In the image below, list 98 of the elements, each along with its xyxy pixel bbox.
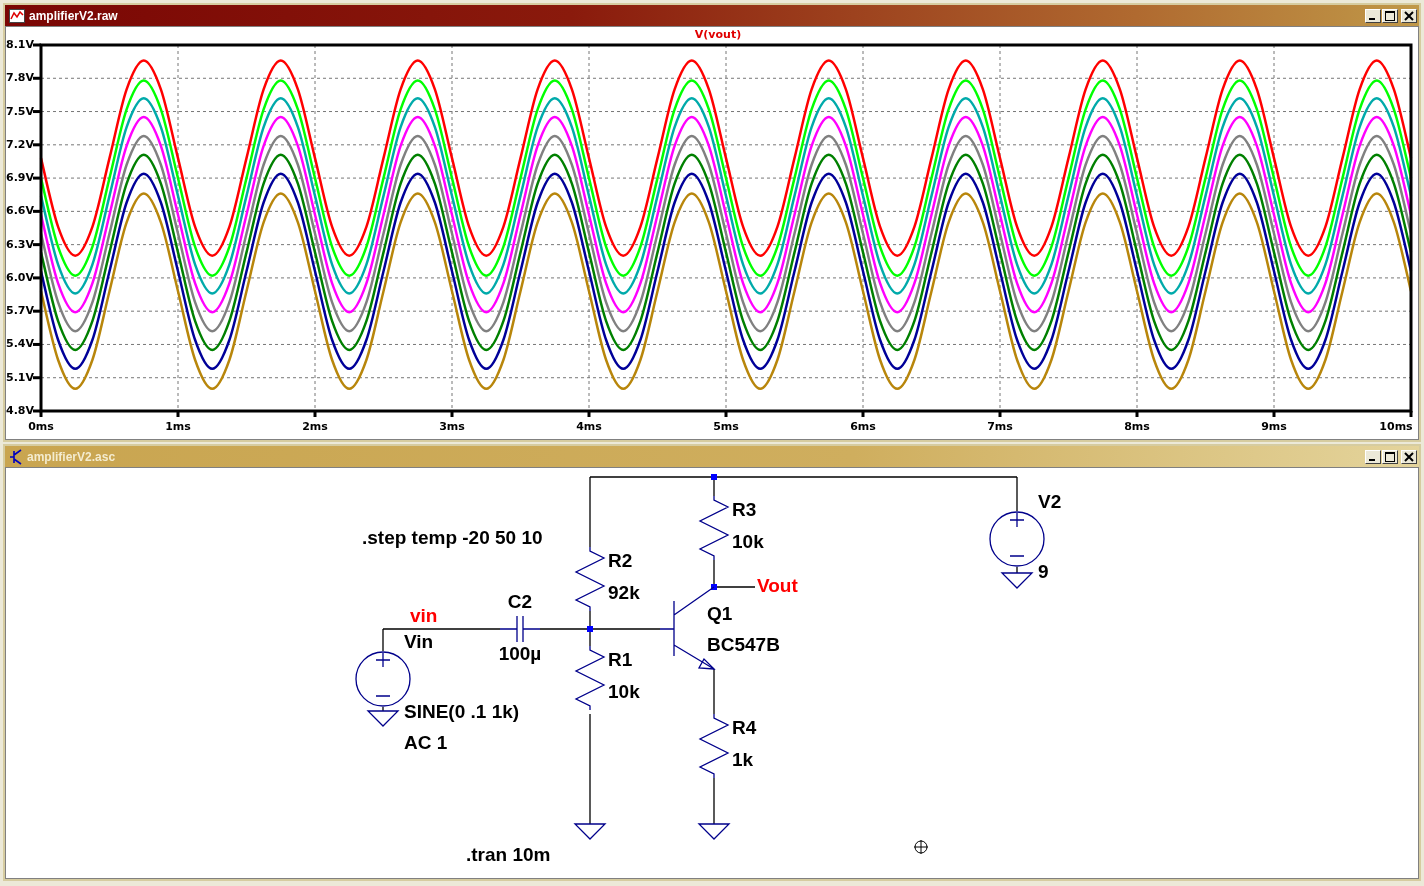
component-value: 10k [608, 681, 640, 702]
ground-symbol[interactable] [1000, 572, 1034, 589]
transistor-icon [9, 448, 23, 465]
x-axis-label: 4ms [576, 420, 602, 433]
y-axis-label: 6.6V [6, 204, 34, 218]
component-name: Q1 [707, 603, 733, 624]
window-title: amplifierV2.raw [29, 8, 118, 23]
component-value: 9 [1038, 561, 1049, 582]
window-title: amplifierV2.asc [27, 449, 116, 464]
component-name: R1 [608, 649, 633, 670]
trace-title[interactable]: V(vout) [694, 28, 742, 41]
wire [382, 706, 384, 712]
component-value: AC 1 [404, 732, 448, 753]
net-label: vin [410, 605, 438, 626]
tick-mark [587, 411, 591, 417]
tick-mark [1272, 411, 1276, 417]
y-axis-label: 4.8V [6, 404, 34, 417]
close-icon [1404, 10, 1414, 21]
ground-symbol[interactable] [697, 823, 731, 840]
tick-mark [33, 309, 41, 313]
maximize-button[interactable] [1382, 8, 1398, 23]
resistor-symbol[interactable] [574, 546, 606, 612]
resistor-symbol[interactable] [574, 645, 606, 711]
x-axis-label: 9ms [1261, 420, 1287, 433]
x-axis-label: 1ms [165, 420, 191, 433]
x-axis-label: 0ms [28, 420, 54, 433]
x-axis-label: 6ms [850, 420, 876, 433]
net-label: Vout [757, 575, 798, 596]
tick-mark [998, 411, 1002, 417]
waveform-icon [9, 8, 25, 23]
tick-mark [861, 411, 865, 417]
component-name: V2 [1038, 491, 1062, 512]
tick-mark [33, 176, 41, 180]
tick-mark [724, 411, 728, 417]
x-axis-label: 8ms [1124, 420, 1150, 433]
component-name: R4 [732, 717, 757, 738]
resistor-symbol[interactable] [698, 495, 730, 561]
x-axis-label: 2ms [302, 420, 328, 433]
component-name: C2 [507, 591, 533, 612]
x-axis-label: 3ms [439, 420, 465, 433]
y-axis-label: 7.5V [6, 104, 34, 118]
maximize-icon [1385, 451, 1395, 462]
y-axis-label: 5.1V [6, 370, 34, 384]
component-value: 100µ [498, 643, 542, 664]
resistor-symbol[interactable] [698, 713, 730, 779]
component-name: R3 [732, 499, 757, 520]
close-icon [1404, 451, 1414, 462]
y-axis-label: 5.4V [6, 337, 34, 351]
tick-mark [33, 43, 41, 47]
tick-mark [33, 143, 41, 147]
component-value: 10k [732, 531, 764, 552]
ground-symbol[interactable] [573, 823, 607, 840]
wire [713, 777, 715, 825]
maximize-button[interactable] [1382, 449, 1398, 464]
x-axis-label: 5ms [713, 420, 739, 433]
tick-mark [33, 376, 41, 380]
x-axis-label: 7ms [987, 420, 1013, 433]
tick-mark [1135, 411, 1139, 417]
wire [1016, 566, 1018, 574]
y-axis-label: 8.1V [6, 38, 34, 51]
component-value: SINE(0 .1 1k) [404, 701, 520, 722]
tick-mark [33, 276, 41, 280]
component-name: Vin [404, 631, 434, 652]
y-axis-label: 6.9V [6, 171, 34, 185]
minimize-icon [1369, 459, 1375, 461]
y-axis-label: 5.7V [6, 304, 34, 318]
tick-mark [33, 243, 41, 247]
wire [713, 668, 715, 715]
tick-mark [1409, 411, 1413, 417]
tick-mark [33, 342, 41, 346]
spice-directive: .step temp -20 50 10 [362, 527, 543, 548]
voltage-source-symbol[interactable] [989, 511, 1045, 567]
tick-mark [33, 209, 41, 213]
cursor-icon [913, 839, 929, 855]
minimize-icon [1369, 18, 1375, 20]
tick-mark [450, 411, 454, 417]
minimize-button[interactable] [1365, 8, 1381, 23]
close-button[interactable] [1401, 449, 1417, 464]
ground-symbol[interactable] [366, 710, 400, 727]
capacitor-symbol[interactable] [499, 615, 541, 643]
minimize-button[interactable] [1365, 449, 1381, 464]
voltage-source-symbol[interactable] [355, 651, 411, 707]
component-name: R2 [608, 550, 633, 571]
component-value: 92k [608, 582, 640, 603]
tick-mark [313, 411, 317, 417]
tick-mark [33, 76, 41, 80]
spice-directive: .tran 10m [466, 844, 551, 865]
tick-mark [176, 411, 180, 417]
tick-mark [33, 110, 41, 114]
component-value: 1k [732, 749, 754, 770]
component-value: BC547B [707, 634, 780, 655]
x-axis-label: 10ms [1379, 420, 1413, 433]
y-axis-label: 7.8V [6, 71, 34, 85]
y-axis-label: 6.3V [6, 237, 34, 251]
y-axis-label: 7.2V [6, 137, 34, 151]
close-button[interactable] [1401, 8, 1417, 23]
y-axis-label: 6.0V [6, 270, 34, 284]
maximize-icon [1385, 10, 1395, 21]
